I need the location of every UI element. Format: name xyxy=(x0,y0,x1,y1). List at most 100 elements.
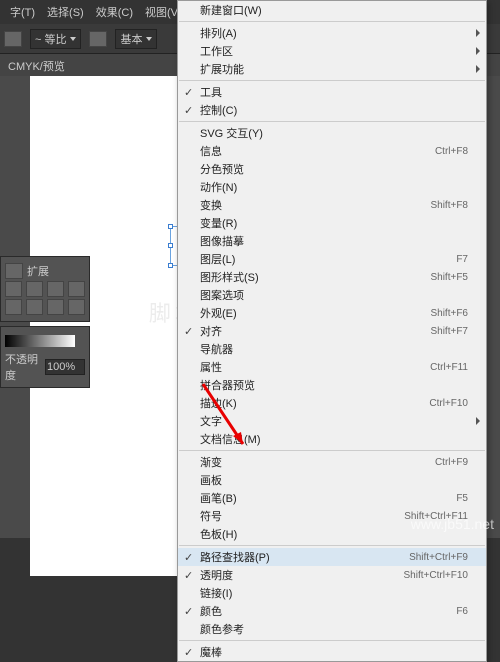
menu-item[interactable]: 导航器 xyxy=(178,340,486,358)
menu-item[interactable]: 变量(R) xyxy=(178,214,486,232)
shortcut: Shift+F7 xyxy=(430,326,468,337)
shortcut: Shift+Ctrl+F9 xyxy=(409,552,468,563)
menu-label: 路径查找器(P) xyxy=(200,549,409,565)
menu-item[interactable]: 链接(I) xyxy=(178,584,486,602)
menu-item[interactable]: 图形样式(S)Shift+F5 xyxy=(178,268,486,286)
style-dropdown[interactable]: 基本 xyxy=(115,29,157,49)
check-icon: ✓ xyxy=(184,104,193,117)
check-icon: ✓ xyxy=(184,605,193,618)
menu-item[interactable]: ✓ 对齐Shift+F7 xyxy=(178,322,486,340)
menu-item[interactable]: 动作(N) xyxy=(178,178,486,196)
menu-item[interactable]: SVG 交互(Y) xyxy=(178,124,486,142)
crop-icon[interactable] xyxy=(68,299,85,315)
menu-label: 描边(K) xyxy=(200,395,429,411)
watermark: www.jb51.net xyxy=(411,516,494,532)
menu-label: 符号 xyxy=(200,508,404,524)
menu-item[interactable]: 文字 xyxy=(178,412,486,430)
intersect-icon[interactable] xyxy=(47,281,64,297)
submenu-arrow-icon xyxy=(476,65,480,73)
menu-item[interactable]: 渐变Ctrl+F9 xyxy=(178,453,486,471)
trim-icon[interactable] xyxy=(26,299,43,315)
menu-item[interactable]: 新建窗口(W) xyxy=(178,1,486,19)
menu-item[interactable]: 变换Shift+F8 xyxy=(178,196,486,214)
menu-label: 工作区 xyxy=(200,43,468,59)
opacity-input[interactable] xyxy=(45,359,85,375)
shortcut: Shift+Ctrl+F10 xyxy=(404,570,468,581)
menu-label: 颜色 xyxy=(200,603,456,619)
opacity-label: 不透明度 xyxy=(5,351,41,383)
panel-tab[interactable]: 扩展 xyxy=(27,263,49,279)
menu-item[interactable]: 描边(K)Ctrl+F10 xyxy=(178,394,486,412)
menu-label: 画板 xyxy=(200,472,468,488)
unite-icon[interactable] xyxy=(5,281,22,297)
menu-item[interactable]: ✓魔棒 xyxy=(178,643,486,661)
menu-item[interactable]: 图案选项 xyxy=(178,286,486,304)
menu-item[interactable]: 外观(E)Shift+F6 xyxy=(178,304,486,322)
menu-label: 对齐 xyxy=(200,323,430,339)
separator xyxy=(179,640,485,641)
separator xyxy=(179,545,485,546)
check-icon: ✓ xyxy=(184,325,193,338)
shortcut: Ctrl+F10 xyxy=(429,398,468,409)
menu-item[interactable]: 图像描摹 xyxy=(178,232,486,250)
check-icon: ✓ xyxy=(184,551,193,564)
menu-type[interactable]: 字(T) xyxy=(4,4,41,20)
menu-item[interactable]: ✓ 控制(C) xyxy=(178,101,486,119)
window-dropdown-menu: 新建窗口(W)排列(A)工作区扩展功能✓工具✓控制(C)SVG 交互(Y)信息C… xyxy=(177,0,487,662)
exclude-icon[interactable] xyxy=(68,281,85,297)
menu-label: 文字 xyxy=(200,413,468,429)
menu-item[interactable]: 扩展功能 xyxy=(178,60,486,78)
menu-label: 控制(C) xyxy=(200,102,468,118)
menu-label: 魔棒 xyxy=(200,644,468,660)
shortcut: Shift+F5 xyxy=(430,272,468,283)
menu-item[interactable]: ✓透明度Shift+Ctrl+F10 xyxy=(178,566,486,584)
menu-item[interactable]: ✓ 路径查找器(P)Shift+Ctrl+F9 xyxy=(178,548,486,566)
gradient-slider[interactable] xyxy=(5,335,75,347)
menu-item[interactable]: 画笔(B)F5 xyxy=(178,489,486,507)
handle[interactable] xyxy=(168,263,173,268)
menu-select[interactable]: 选择(S) xyxy=(41,4,90,20)
menu-label: 链接(I) xyxy=(200,585,468,601)
handle[interactable] xyxy=(168,243,173,248)
scale-dropdown[interactable]: ~ 等比 xyxy=(30,29,81,49)
divide-icon[interactable] xyxy=(5,299,22,315)
separator xyxy=(179,80,485,81)
menu-label: 信息 xyxy=(200,143,435,159)
minus-icon[interactable] xyxy=(26,281,43,297)
menu-item[interactable]: ✓工具 xyxy=(178,83,486,101)
menu-item[interactable]: ✓ 颜色F6 xyxy=(178,602,486,620)
merge-icon[interactable] xyxy=(47,299,64,315)
menu-label: 渐变 xyxy=(200,454,435,470)
menu-label: 扩展功能 xyxy=(200,61,468,77)
menu-label: 文档信息(M) xyxy=(200,431,468,447)
pathfinder-icon[interactable] xyxy=(5,263,23,279)
menu-label: 颜色参考 xyxy=(200,621,468,637)
shortcut: Shift+F8 xyxy=(430,200,468,211)
menu-item[interactable]: 颜色参考 xyxy=(178,620,486,638)
menu-label: 属性 xyxy=(200,359,430,375)
menu-item[interactable]: 分色预览 xyxy=(178,160,486,178)
submenu-arrow-icon xyxy=(476,29,480,37)
transparency-panel[interactable]: 不透明度 xyxy=(0,326,90,388)
menu-item[interactable]: 排列(A) xyxy=(178,24,486,42)
menu-item[interactable]: 工作区 xyxy=(178,42,486,60)
shortcut: Shift+F6 xyxy=(430,308,468,319)
menu-item[interactable]: 属性Ctrl+F11 xyxy=(178,358,486,376)
menu-item[interactable]: 文档信息(M) xyxy=(178,430,486,448)
submenu-arrow-icon xyxy=(476,47,480,55)
flip-icon[interactable] xyxy=(89,31,107,47)
menu-effect[interactable]: 效果(C) xyxy=(90,4,139,20)
shortcut: Ctrl+F11 xyxy=(430,362,468,373)
menu-item[interactable]: 画板 xyxy=(178,471,486,489)
check-icon: ✓ xyxy=(184,86,193,99)
menu-label: 变换 xyxy=(200,197,430,213)
pathfinder-panel[interactable]: 扩展 xyxy=(0,256,90,322)
menu-label: 外观(E) xyxy=(200,305,430,321)
menu-item[interactable]: 图层(L)F7 xyxy=(178,250,486,268)
menu-item[interactable]: 信息Ctrl+F8 xyxy=(178,142,486,160)
link-icon[interactable] xyxy=(4,31,22,47)
menu-item[interactable]: 拼合器预览 xyxy=(178,376,486,394)
shortcut: F6 xyxy=(456,606,468,617)
separator xyxy=(179,450,485,451)
handle[interactable] xyxy=(168,224,173,229)
